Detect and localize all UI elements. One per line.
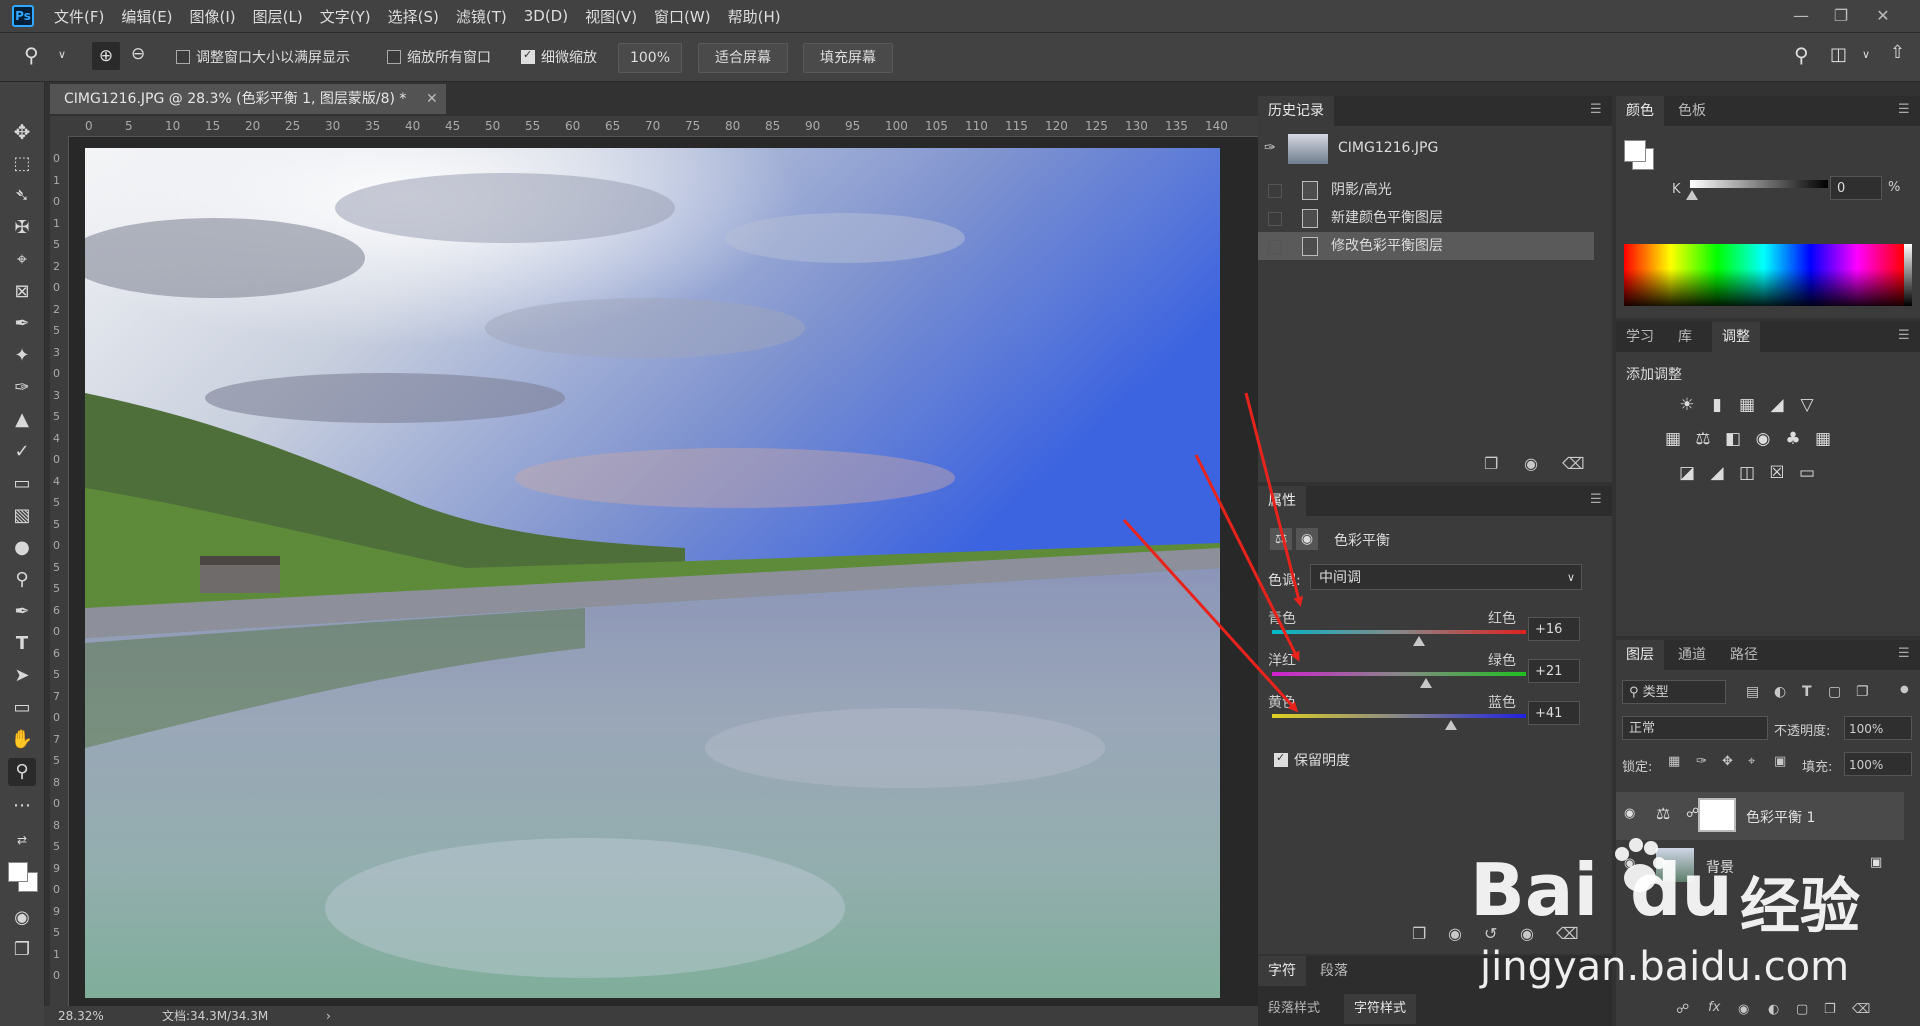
watermark-brand-3: 经验 [1740,872,1860,942]
watermark-brand: Bai [1470,848,1599,932]
red-arrow [1194,454,1300,662]
watermark-url: jingyan.baidu.com [1480,944,1850,990]
red-arrow [1122,518,1299,713]
watermark-brand-2: du [1630,848,1733,932]
baidu-watermark: Bai du 经验 jingyan.baidu.com [1470,836,1890,1016]
foreground-color-swatch[interactable] [8,862,28,882]
